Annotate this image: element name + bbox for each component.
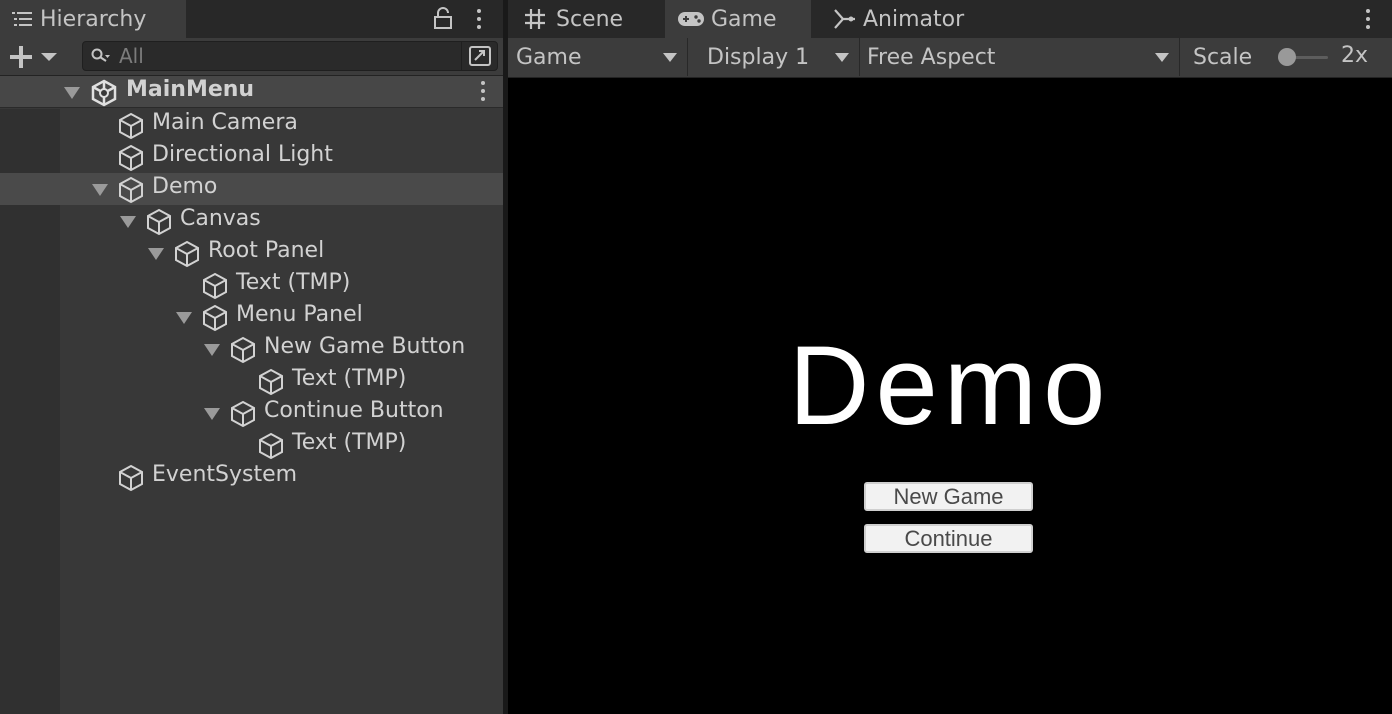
- expand-arrow-icon[interactable]: [64, 87, 80, 99]
- tree-item-root-panel[interactable]: Root Panel: [0, 237, 503, 269]
- tree-item-label: Text (TMP): [236, 270, 351, 295]
- tab-hierarchy-label: Hierarchy: [40, 6, 147, 32]
- expand-arrow-icon[interactable]: [204, 408, 220, 420]
- tree-item-main-camera[interactable]: Main Camera: [0, 109, 503, 141]
- tree-item-text-tmp[interactable]: Text (TMP): [0, 365, 503, 397]
- grid-icon: [524, 8, 546, 30]
- tree-item-label: New Game Button: [264, 334, 466, 359]
- game-panel-menu-icon[interactable]: [1366, 9, 1370, 29]
- search-icon: [91, 47, 111, 69]
- chevron-down-icon: [1155, 53, 1169, 62]
- game-panel: Scene Game Animator Game Display 1 Free …: [508, 0, 1392, 714]
- tree-item-label: EventSystem: [152, 462, 298, 487]
- tab-hierarchy[interactable]: Hierarchy: [0, 0, 186, 38]
- new-game-button[interactable]: New Game: [864, 482, 1033, 511]
- tree-item-label: Menu Panel: [236, 302, 363, 327]
- tab-scene-label: Scene: [556, 6, 624, 32]
- gameobject-cube-icon: [117, 464, 145, 498]
- scale-slider-handle[interactable]: [1278, 48, 1296, 66]
- tree-item-text-tmp[interactable]: Text (TMP): [0, 429, 503, 461]
- scene-row-mainmenu[interactable]: MainMenu: [0, 76, 503, 108]
- expand-arrow-icon[interactable]: [204, 344, 220, 356]
- tree-item-label: Root Panel: [208, 238, 325, 263]
- tree-item-menu-panel[interactable]: Menu Panel: [0, 301, 503, 333]
- chevron-down-icon: [663, 53, 677, 62]
- tree-item-label: Main Camera: [152, 110, 298, 135]
- tree-item-directional-light[interactable]: Directional Light: [0, 141, 503, 173]
- display-dropdown[interactable]: Display 1: [688, 38, 860, 76]
- scale-slider[interactable]: [1278, 48, 1328, 66]
- list-icon: [12, 10, 34, 28]
- tab-animator[interactable]: Animator: [811, 0, 981, 38]
- expand-arrow-icon[interactable]: [120, 216, 136, 228]
- chevron-down-icon: [835, 53, 849, 62]
- hierarchy-tree: MainMenu Main Camera Directional Light D…: [0, 76, 503, 714]
- display-value: Display 1: [707, 44, 810, 70]
- hierarchy-toolbar: All: [0, 38, 503, 76]
- game-viewport[interactable]: Demo New Game Continue: [508, 78, 1392, 714]
- tree-item-new-game-button[interactable]: New Game Button: [0, 333, 503, 365]
- tree-item-text-tmp[interactable]: Text (TMP): [0, 269, 503, 301]
- aspect-dropdown[interactable]: Free Aspect: [860, 38, 1180, 76]
- gamepad-icon: [677, 10, 705, 28]
- continue-button[interactable]: Continue: [864, 524, 1033, 553]
- main-tab-bar: Scene Game Animator: [508, 0, 1392, 38]
- tree-item-label: Text (TMP): [292, 430, 407, 455]
- aspect-value: Free Aspect: [867, 44, 996, 70]
- scale-value: 2x: [1341, 43, 1369, 68]
- scene-name: MainMenu: [126, 77, 255, 102]
- game-title-text: Demo: [788, 323, 1112, 448]
- tree-item-canvas[interactable]: Canvas: [0, 205, 503, 237]
- search-by-type-icon[interactable]: [461, 42, 497, 70]
- tree-item-eventsystem[interactable]: EventSystem: [0, 461, 503, 493]
- unity-scene-icon: [90, 79, 118, 113]
- tab-animator-label: Animator: [863, 6, 965, 32]
- hierarchy-tab-bar: Hierarchy: [0, 0, 503, 38]
- lock-icon[interactable]: [433, 6, 453, 34]
- expand-arrow-icon[interactable]: [92, 184, 108, 196]
- hierarchy-menu-icon[interactable]: [477, 9, 481, 29]
- tab-scene[interactable]: Scene: [508, 0, 665, 38]
- scale-control: Scale 2x: [1193, 38, 1368, 76]
- tree-item-label: Directional Light: [152, 142, 333, 167]
- hierarchy-search-input[interactable]: All: [82, 41, 498, 71]
- add-object-button[interactable]: [8, 44, 58, 70]
- tree-item-label: Continue Button: [264, 398, 444, 423]
- tab-game-label: Game: [711, 6, 777, 32]
- hierarchy-panel: Hierarchy All MainMenu Main Camera Direc…: [0, 0, 503, 714]
- chevron-down-icon: [41, 53, 57, 61]
- tree-item-demo[interactable]: Demo: [0, 173, 503, 205]
- scene-menu-icon[interactable]: [481, 81, 485, 101]
- tree-item-label: Text (TMP): [292, 366, 407, 391]
- scale-label: Scale: [1193, 44, 1253, 70]
- tree-item-label: Demo: [152, 174, 218, 199]
- game-toolbar: Game Display 1 Free Aspect Scale 2x: [508, 38, 1392, 78]
- tab-game[interactable]: Game: [665, 0, 811, 38]
- tree-item-continue-button[interactable]: Continue Button: [0, 397, 503, 429]
- expand-arrow-icon[interactable]: [176, 312, 192, 324]
- view-mode-value: Game: [516, 44, 582, 70]
- search-placeholder: All: [119, 44, 144, 68]
- animator-icon: [833, 8, 857, 30]
- view-mode-dropdown[interactable]: Game: [508, 38, 688, 76]
- tree-item-label: Canvas: [180, 206, 261, 231]
- expand-arrow-icon[interactable]: [148, 248, 164, 260]
- plus-icon: [10, 46, 32, 68]
